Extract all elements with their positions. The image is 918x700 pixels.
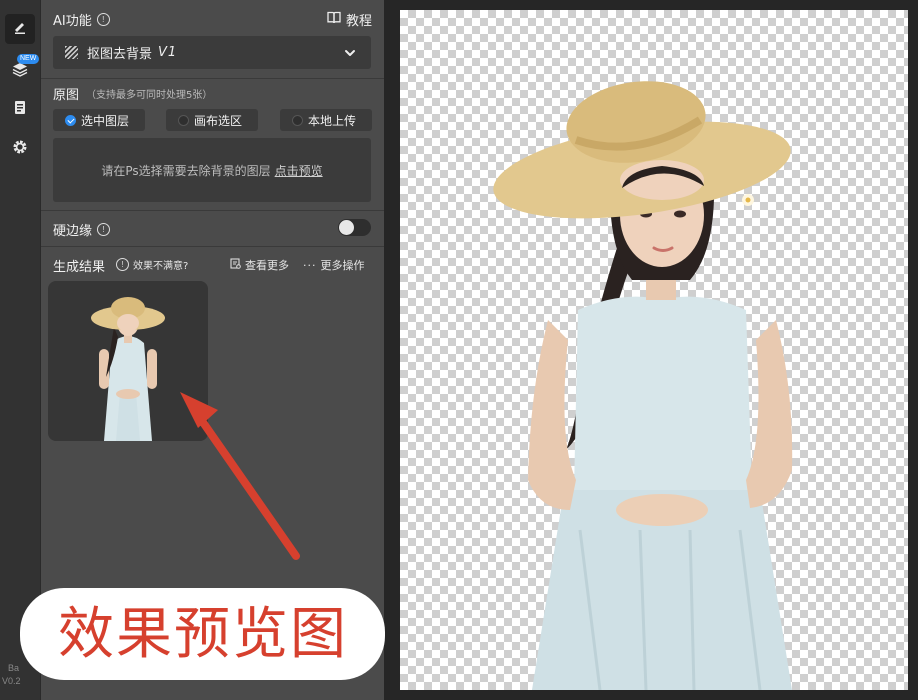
- rail-item-edit[interactable]: [5, 14, 35, 44]
- view-more-label: 查看更多: [245, 259, 289, 272]
- hard-edge-row: 硬边缘 !: [53, 220, 111, 239]
- source-title: 原图: [53, 88, 80, 103]
- history-icon: [230, 258, 241, 272]
- info-icon[interactable]: !: [96, 13, 110, 26]
- results-header: 生成结果: [53, 256, 105, 275]
- transparent-canvas: [400, 10, 908, 691]
- option-local-upload[interactable]: 本地上传: [280, 109, 372, 131]
- more-dots-icon: ···: [303, 258, 317, 272]
- version-label: Ba V0.2: [2, 663, 21, 686]
- hard-edge-label: 硬边缘: [53, 224, 93, 239]
- radio-unchecked-icon: [178, 114, 189, 126]
- results-title: 生成结果: [53, 260, 106, 275]
- drop-hint: 请在Ps选择需要去除背景的图层: [101, 163, 271, 178]
- remove-background-icon: [65, 46, 78, 59]
- unsatisfied-link[interactable]: ! 效果不满意?: [116, 257, 188, 272]
- ai-function-select[interactable]: 抠图去背景 V1: [53, 36, 371, 69]
- more-actions-link[interactable]: ··· 更多操作: [303, 257, 365, 273]
- result-thumbnail[interactable]: [48, 281, 208, 441]
- source-header: 原图 （支持最多可同时处理5张）: [53, 84, 212, 103]
- select-version: V1: [158, 45, 178, 60]
- divider: [41, 78, 384, 79]
- ai-function-title: AI功能: [53, 14, 92, 29]
- chevron-down-icon: [343, 45, 357, 64]
- option-label: 本地上传: [308, 113, 357, 128]
- cutout-image: [493, 81, 793, 691]
- radio-checked-icon: [65, 114, 76, 126]
- more-actions-label: 更多操作: [320, 259, 365, 272]
- rail-item-tasks[interactable]: [5, 94, 35, 124]
- unsatisfied-label: 效果不满意?: [133, 261, 189, 272]
- caption-text: 效果预览图: [58, 602, 348, 667]
- option-canvas-selection[interactable]: 画布选区: [166, 109, 258, 131]
- tutorial-label: 教程: [346, 14, 373, 29]
- tutorial-link[interactable]: 教程: [327, 10, 372, 29]
- option-label: 画布选区: [194, 113, 243, 128]
- source-drop-area[interactable]: 请在Ps选择需要去除背景的图层 点击预览: [53, 138, 371, 202]
- ai-function-header: AI功能 !: [53, 10, 110, 29]
- pen-edit-icon: [12, 19, 28, 39]
- new-badge: NEW: [17, 54, 40, 64]
- rail-item-settings[interactable]: [5, 134, 35, 164]
- source-hint: （支持最多可同时处理5张）: [86, 90, 213, 101]
- divider: [41, 210, 384, 211]
- view-more-link[interactable]: 查看更多: [230, 257, 289, 273]
- toggle-knob: [339, 220, 354, 235]
- layers-icon: [12, 61, 28, 81]
- info-icon: !: [116, 258, 129, 271]
- clipboard-icon: [12, 99, 28, 119]
- hard-edge-toggle[interactable]: [338, 219, 371, 236]
- option-label: 选中图层: [81, 113, 130, 128]
- gear-icon: [12, 139, 28, 159]
- divider: [41, 246, 384, 247]
- option-selected-layer[interactable]: 选中图层: [53, 109, 145, 131]
- radio-unchecked-icon: [292, 114, 303, 126]
- info-icon[interactable]: !: [97, 223, 111, 236]
- tool-rail: NEW Ba V0.2: [0, 0, 41, 700]
- book-icon: [327, 11, 341, 28]
- result-preview-image: [91, 297, 165, 441]
- select-value: 抠图去背景: [87, 47, 153, 62]
- preview-link[interactable]: 点击预览: [275, 162, 323, 179]
